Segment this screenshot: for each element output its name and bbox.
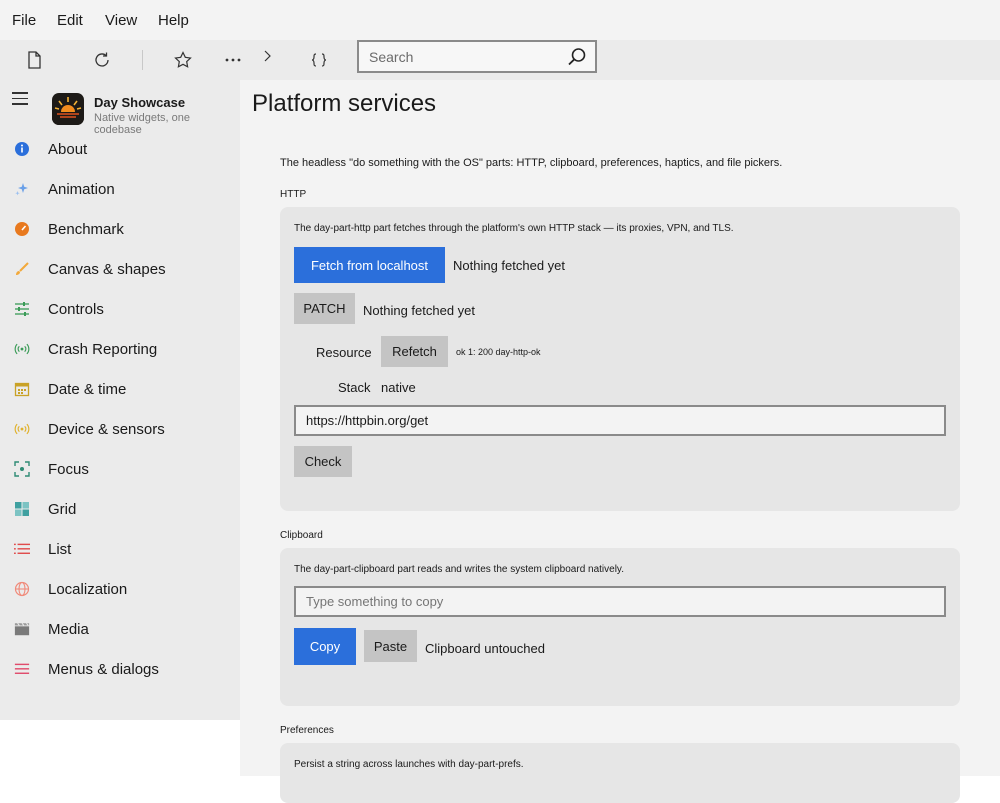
http-description: The day-part-http part fetches through t… <box>294 223 734 234</box>
sidebar-item-label: Canvas & shapes <box>48 261 166 278</box>
preferences-card: Persist a string across launches with da… <box>280 743 960 803</box>
info-icon <box>14 141 30 157</box>
list-icon <box>14 541 30 557</box>
url-input[interactable] <box>294 405 946 436</box>
paste-button[interactable]: Paste <box>364 630 417 662</box>
clipboard-status: Clipboard untouched <box>425 641 545 656</box>
sidebar-item-label: Grid <box>48 501 77 518</box>
menu-help[interactable]: Help <box>158 12 189 29</box>
sidebar-item-label: Device & sensors <box>48 421 165 438</box>
main-content: Platform services The headless "do somet… <box>240 80 1000 803</box>
check-button[interactable]: Check <box>294 446 352 477</box>
grid-icon <box>14 501 30 517</box>
resource-label: Resource <box>316 345 372 360</box>
clipboard-description: The day-part-clipboard part reads and wr… <box>294 564 624 575</box>
app-logo <box>52 93 84 125</box>
sidebar-item-label: About <box>48 141 88 158</box>
focus-icon <box>14 461 30 477</box>
preferences-description: Persist a string across launches with da… <box>294 759 524 770</box>
toolbar-divider <box>142 50 143 70</box>
clipboard-input[interactable] <box>294 586 946 617</box>
refetch-button[interactable]: Refetch <box>381 336 448 367</box>
stack-label: Stack <box>338 380 371 395</box>
sidebar-footer-blank <box>0 720 240 776</box>
brush-icon <box>14 261 30 277</box>
sparkle-icon <box>14 181 30 197</box>
preferences-section-label: Preferences <box>280 725 334 736</box>
search-icon[interactable] <box>567 47 587 72</box>
page-intro: The headless "do something with the OS" … <box>280 157 783 169</box>
calendar-icon <box>14 381 30 397</box>
sidebar-item-media[interactable]: Media <box>0 609 240 649</box>
braces-icon[interactable] <box>307 48 331 72</box>
new-file-icon[interactable] <box>22 48 46 72</box>
sidebar-item-label: Crash Reporting <box>48 341 158 358</box>
sidebar-item-label: Animation <box>48 181 115 198</box>
sidebar-item-label: Focus <box>48 461 89 478</box>
sidebar-item-label: Localization <box>48 581 128 598</box>
patch-status: Nothing fetched yet <box>363 303 476 318</box>
sidebar-item-label: Controls <box>48 301 104 318</box>
search-placeholder: Search <box>369 49 414 65</box>
sidebar-item-list[interactable]: List <box>0 529 240 569</box>
sidebar-item-controls[interactable]: Controls <box>0 289 240 329</box>
sidebar-item-label: Benchmark <box>48 221 124 238</box>
sidebar-item-canvas[interactable]: Canvas & shapes <box>0 249 240 289</box>
fetch-status: Nothing fetched yet <box>453 258 566 273</box>
sidebar-item-focus[interactable]: Focus <box>0 449 240 489</box>
sidebar-item-grid[interactable]: Grid <box>0 489 240 529</box>
menu-icon <box>14 661 30 677</box>
clipboard-card: The day-part-clipboard part reads and wr… <box>280 548 960 706</box>
patch-button[interactable]: PATCH <box>294 293 355 324</box>
fetch-localhost-button[interactable]: Fetch from localhost <box>294 247 445 283</box>
search-input[interactable]: Search <box>357 40 597 73</box>
sidebar-item-device-sensors[interactable]: Device & sensors <box>0 409 240 449</box>
sidebar-item-label: Media <box>48 621 89 638</box>
clipboard-section-label: Clipboard <box>280 530 323 541</box>
clapper-icon <box>14 621 30 637</box>
sensor-icon <box>14 421 30 437</box>
menu-bar: File Edit View Help <box>0 0 1000 40</box>
sidebar-item-menus-dialogs[interactable]: Menus & dialogs <box>0 649 240 689</box>
menu-edit[interactable]: Edit <box>57 12 83 29</box>
http-card: The day-part-http part fetches through t… <box>280 207 960 511</box>
sidebar-item-label: List <box>48 541 72 558</box>
app-name: Day Showcase <box>94 95 186 110</box>
star-icon[interactable] <box>171 48 195 72</box>
sidebar-item-crash-reporting[interactable]: Crash Reporting <box>0 329 240 369</box>
page-title: Platform services <box>252 90 437 117</box>
sidebar-item-label: Date & time <box>48 381 127 398</box>
gauge-icon <box>14 221 30 237</box>
http-section-label: HTTP <box>280 189 307 200</box>
more-icon[interactable] <box>221 48 245 72</box>
sidebar-item-benchmark[interactable]: Benchmark <box>0 209 240 249</box>
broadcast-icon <box>14 341 30 357</box>
sidebar-item-animation[interactable]: Animation <box>0 169 240 209</box>
menu-view[interactable]: View <box>105 12 137 29</box>
sidebar-item-date-time[interactable]: Date & time <box>0 369 240 409</box>
globe-icon <box>14 581 30 597</box>
sidebar-item-localization[interactable]: Localization <box>0 569 240 609</box>
stack-value: native <box>381 380 416 395</box>
copy-button[interactable]: Copy <box>294 628 356 665</box>
hamburger-icon[interactable] <box>12 92 28 106</box>
sidebar-item-about[interactable]: About <box>0 129 240 169</box>
menu-file[interactable]: File <box>12 12 36 29</box>
sidebar-item-label: Menus & dialogs <box>48 661 159 678</box>
sidebar: Day Showcase Native widgets, one codebas… <box>0 80 240 720</box>
refresh-icon[interactable] <box>90 48 114 72</box>
resource-status: ok 1: 200 day-http-ok <box>456 347 541 357</box>
sliders-icon <box>14 301 30 317</box>
chevron-right-icon[interactable] <box>255 44 279 68</box>
